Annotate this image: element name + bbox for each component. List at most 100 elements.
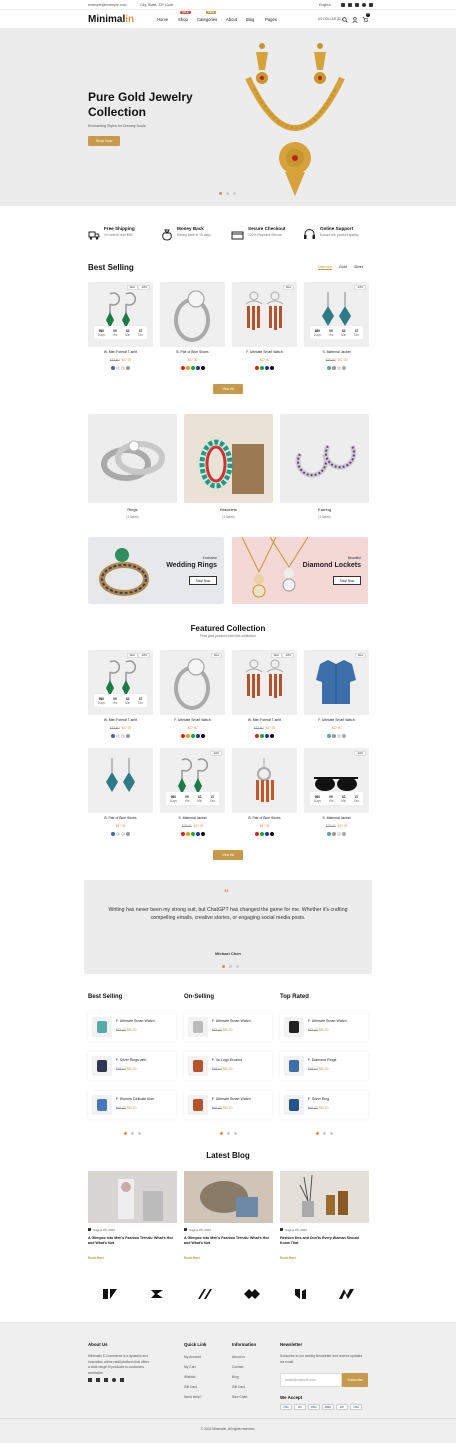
- mini-product-name[interactable]: F. Silver Ring: [308, 1097, 329, 1101]
- mini-product-name[interactable]: F. Ultimate Smart Watch: [116, 1019, 155, 1023]
- color-swatches[interactable]: [304, 366, 369, 370]
- color-swatch[interactable]: [337, 734, 341, 738]
- mini-product-image[interactable]: [284, 1056, 304, 1076]
- facebook-icon[interactable]: [341, 3, 345, 7]
- nav-home[interactable]: Home: [157, 17, 168, 22]
- color-swatch[interactable]: [255, 366, 259, 370]
- mini-product-image[interactable]: [92, 1017, 112, 1037]
- footer-link-gift-card[interactable]: Gift Card: [184, 1385, 197, 1389]
- instagram-icon[interactable]: [362, 3, 366, 7]
- mini-product-image[interactable]: [188, 1017, 208, 1037]
- mini-product-card[interactable]: F. Diamond Rings $84.00 $50.00: [280, 1052, 368, 1080]
- color-swatches[interactable]: [304, 734, 369, 738]
- product-image[interactable]: New: [160, 650, 225, 715]
- color-swatch[interactable]: [255, 734, 259, 738]
- color-swatches[interactable]: [160, 832, 225, 836]
- color-swatch[interactable]: [200, 832, 205, 836]
- best-selling-view-all-button[interactable]: View All: [213, 384, 243, 394]
- product-name[interactable]: B. Pair of Blue Shoes: [160, 350, 225, 354]
- category-rings-name[interactable]: Rings: [88, 507, 177, 512]
- color-swatches[interactable]: [304, 832, 369, 836]
- color-swatch[interactable]: [270, 832, 274, 836]
- color-swatch[interactable]: [121, 734, 125, 738]
- color-swatch[interactable]: [332, 832, 336, 836]
- color-swatch[interactable]: [111, 734, 115, 738]
- product-name[interactable]: S. Maternal Jacket: [304, 350, 369, 354]
- wedding-shop-button[interactable]: Shop Now: [189, 576, 217, 585]
- brand-logo-3-icon[interactable]: [196, 1287, 214, 1301]
- color-swatch[interactable]: [200, 734, 205, 738]
- product-name[interactable]: F. Ultimate Smart Watch: [160, 718, 225, 722]
- tiktok-icon[interactable]: [369, 3, 373, 7]
- color-swatch[interactable]: [260, 832, 264, 836]
- color-swatch[interactable]: [337, 366, 341, 370]
- newsletter-email-input[interactable]: email@example.com: [280, 1373, 342, 1387]
- twitter-icon[interactable]: [348, 3, 352, 7]
- color-swatch[interactable]: [332, 734, 336, 738]
- color-swatches[interactable]: [88, 366, 153, 370]
- color-swatch[interactable]: [255, 832, 259, 836]
- color-swatch[interactable]: [342, 734, 346, 738]
- nav-pages[interactable]: Pages: [265, 17, 277, 22]
- nav-shop[interactable]: Shop: [178, 17, 188, 22]
- product-image[interactable]: New -10%: [232, 650, 297, 715]
- language-select[interactable]: English: [319, 3, 331, 7]
- mini-product-card[interactable]: F. Va Logo Ercaind $84.00 $50.00: [184, 1052, 272, 1080]
- footer-link-about[interactable]: About us: [232, 1355, 245, 1359]
- footer-link-contact[interactable]: Contact: [232, 1365, 243, 1369]
- product-image[interactable]: [88, 748, 153, 813]
- brand-logo-2-icon[interactable]: [148, 1287, 166, 1301]
- blog-post-title[interactable]: A Glimpse into Men's Fashion Trends: Wha…: [184, 1236, 273, 1246]
- wedding-rings-banner[interactable]: Exclusive Wedding Rings Shop Now: [88, 537, 224, 604]
- color-swatch[interactable]: [111, 366, 115, 370]
- color-swatch[interactable]: [180, 366, 185, 370]
- youtube-icon[interactable]: [104, 1378, 108, 1382]
- product-image[interactable]: New -10% 560 Days 00 Hrs 32 Min 47 Sec: [88, 650, 153, 715]
- read-more-link[interactable]: Read More: [280, 1256, 296, 1260]
- facebook-icon[interactable]: [88, 1378, 92, 1382]
- color-swatch[interactable]: [195, 734, 200, 738]
- nav-about[interactable]: About: [226, 17, 237, 22]
- mini-product-card[interactable]: F. Ultimate Smart Watch $84.00 $50.00: [184, 1013, 272, 1041]
- product-image[interactable]: -10% 860 Days 00 Hrs 32 Min 47 Sec: [304, 282, 369, 347]
- color-swatch[interactable]: [121, 832, 125, 836]
- tab-diamond[interactable]: Diamond: [318, 265, 333, 270]
- product-image[interactable]: -10% 860 Days 00 Hrs 32 Min 47 Sec: [304, 748, 369, 813]
- color-swatch[interactable]: [342, 832, 346, 836]
- list-slider-dots[interactable]: [316, 1132, 333, 1135]
- category-bracelets-image[interactable]: [184, 414, 273, 503]
- search-icon[interactable]: [342, 17, 348, 23]
- color-swatch[interactable]: [327, 366, 331, 370]
- blog-post-2-image[interactable]: [184, 1171, 273, 1223]
- color-swatch[interactable]: [116, 832, 120, 836]
- mini-product-image[interactable]: [188, 1095, 208, 1115]
- mini-product-name[interactable]: F. Va Logo Ercaind: [212, 1058, 242, 1062]
- blog-post-title[interactable]: A Glimpse into Men's Fashion Trends: Wha…: [88, 1236, 177, 1246]
- color-swatch[interactable]: [116, 734, 120, 738]
- color-swatch[interactable]: [190, 366, 195, 370]
- hero-slider-dots[interactable]: [219, 192, 236, 195]
- color-swatch[interactable]: [116, 366, 120, 370]
- color-swatch[interactable]: [342, 366, 346, 370]
- color-swatch[interactable]: [265, 366, 269, 370]
- blog-post-3-image[interactable]: [280, 1171, 369, 1223]
- mini-product-name[interactable]: F. Ultimate Smart Watch: [308, 1019, 347, 1023]
- color-swatch[interactable]: [180, 734, 185, 738]
- hero-shop-button[interactable]: Shop Now: [88, 136, 120, 146]
- mini-product-card[interactable]: F. Women Delicate Aion $84.00 $50.00: [88, 1091, 176, 1119]
- tab-silver[interactable]: Silver: [354, 265, 363, 269]
- color-swatch[interactable]: [126, 832, 130, 836]
- color-swatches[interactable]: [88, 734, 153, 738]
- color-swatches[interactable]: [232, 734, 297, 738]
- twitter-icon[interactable]: [96, 1378, 100, 1382]
- color-swatch[interactable]: [260, 366, 264, 370]
- brand-logo-6-icon[interactable]: [337, 1287, 355, 1301]
- color-swatch[interactable]: [126, 366, 130, 370]
- mini-product-card[interactable]: F. Ultimate Smart Watch $84.00 $50.00: [184, 1091, 272, 1119]
- product-image[interactable]: New -10% 560 Days 00 Hrs 32 Min 47 Sec: [88, 282, 153, 347]
- category-earring-image[interactable]: [280, 414, 369, 503]
- color-swatch[interactable]: [195, 832, 200, 836]
- color-swatch[interactable]: [185, 832, 190, 836]
- color-swatch[interactable]: [195, 366, 200, 370]
- tab-gold[interactable]: Gold: [339, 265, 347, 269]
